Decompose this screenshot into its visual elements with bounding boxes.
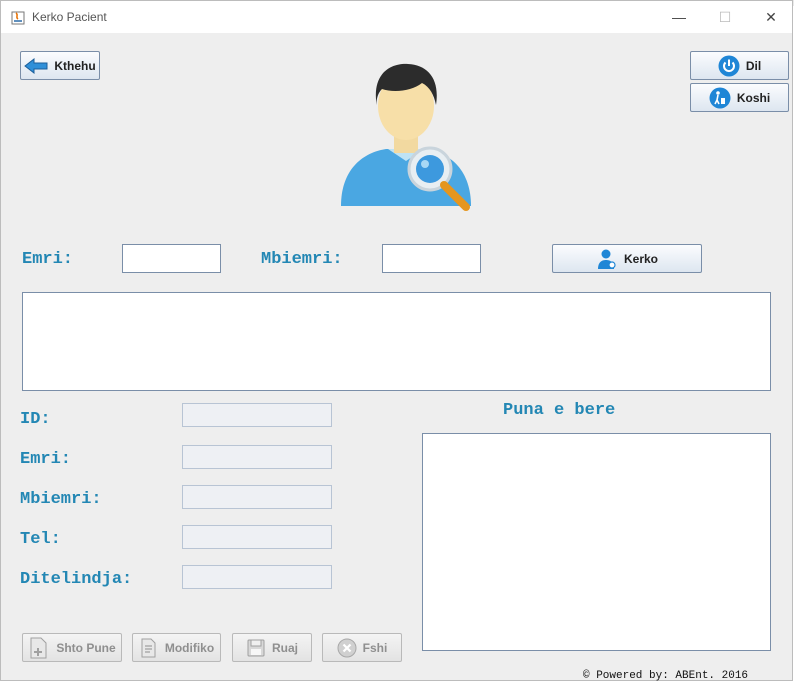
window-title: Kerko Pacient	[32, 10, 107, 24]
work-done-textarea[interactable]	[422, 433, 771, 651]
id-label: ID:	[20, 410, 51, 429]
delete-button[interactable]: Fshi	[322, 633, 402, 662]
phone-label: Tel:	[20, 530, 61, 549]
edit-document-icon	[141, 638, 156, 657]
arrow-left-icon	[24, 57, 48, 74]
search-last-name-label: Mbiemri:	[261, 250, 343, 269]
search-button-label: Kerko	[623, 251, 658, 266]
java-app-icon	[11, 11, 25, 25]
last-name-field[interactable]	[182, 485, 332, 509]
add-document-icon	[30, 637, 47, 658]
search-button[interactable]: Kerko	[552, 244, 702, 273]
back-button[interactable]: Kthehu	[20, 51, 100, 80]
last-name-label: Mbiemri:	[20, 490, 102, 509]
birthdate-label: Ditelindja:	[20, 570, 133, 589]
phone-field[interactable]	[182, 525, 332, 549]
results-table[interactable]	[22, 292, 771, 391]
search-first-name-input[interactable]	[122, 244, 221, 273]
floppy-disk-icon	[247, 639, 265, 656]
title-bar: Kerko Pacient — ☐ ✕	[1, 1, 792, 33]
exit-button[interactable]: Dil	[690, 51, 789, 80]
modify-button[interactable]: Modifiko	[132, 633, 221, 662]
minimize-button[interactable]: —	[656, 5, 702, 29]
trash-button[interactable]: Koshi	[690, 83, 789, 112]
powered-by-footer: © Powered by: ABEnt. 2016	[583, 670, 749, 682]
exit-button-label: Dil	[745, 58, 762, 73]
search-last-name-input[interactable]	[382, 244, 481, 273]
delete-icon	[337, 638, 357, 657]
first-name-field[interactable]	[182, 445, 332, 469]
first-name-label: Emri:	[20, 450, 72, 469]
work-done-heading: Puna e bere	[503, 401, 616, 420]
delete-button-label: Fshi	[362, 640, 388, 655]
user-search-icon	[597, 249, 616, 269]
modify-button-label: Modifiko	[164, 640, 215, 655]
trash-button-label: Koshi	[736, 90, 771, 105]
search-first-name-label: Emri:	[22, 250, 74, 269]
save-button-label: Ruaj	[271, 640, 298, 655]
back-button-label: Kthehu	[54, 58, 96, 73]
power-icon	[718, 55, 740, 76]
add-work-button-label: Shto Pune	[56, 640, 116, 655]
id-field[interactable]	[182, 403, 332, 427]
close-button[interactable]: ✕	[748, 5, 794, 29]
app-window: Kerko Pacient — ☐ ✕ Kthehu Dil Koshi Emr…	[0, 0, 793, 682]
recycle-bin-icon	[709, 87, 731, 108]
birthdate-field[interactable]	[182, 565, 332, 589]
save-button[interactable]: Ruaj	[232, 633, 312, 662]
patient-search-illustration	[341, 63, 471, 211]
maximize-button[interactable]: ☐	[702, 5, 748, 29]
add-work-button[interactable]: Shto Pune	[22, 633, 122, 662]
